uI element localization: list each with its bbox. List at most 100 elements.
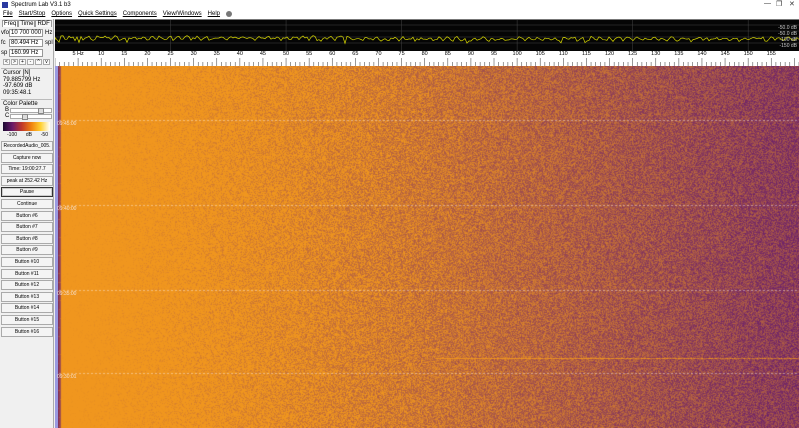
freq-tick-label: 150: [744, 51, 753, 57]
control-panel: Freq Time RDF vfo 10 700 000 Hz fc 80.494 H…: [0, 19, 54, 428]
freq-tick-label: 50: [283, 51, 289, 57]
cursor-time: 09:35:48.1: [1, 90, 52, 97]
status-indicator-icon: [226, 11, 232, 17]
freq-tick-label: 15: [121, 51, 127, 57]
button-button-16[interactable]: Button #16: [1, 327, 53, 337]
window-title: Spectrum Lab V3.1 b3: [11, 2, 71, 8]
frequency-axis[interactable]: 5 Hz 10 15 20 25 30 35 40 45 50 55 60 65 70 75 80 85 90 95…: [55, 51, 799, 66]
time-marker-label: 09:30:01: [57, 374, 76, 380]
spl-button[interactable]: spl: [45, 40, 53, 46]
freq-tick-label: 30: [191, 51, 197, 57]
button-time-19-00-27-7[interactable]: Time: 19:00:27.7: [1, 164, 53, 174]
freq-tick-label: 75: [399, 51, 405, 57]
scroll-left-button[interactable]: <: [3, 59, 10, 65]
freq-tick-label: 115: [582, 51, 591, 57]
scroll-right-button[interactable]: >: [11, 59, 18, 65]
palette-min: -100: [7, 132, 17, 139]
freq-tick-label: 120: [605, 51, 614, 57]
contrast-slider[interactable]: [10, 114, 52, 119]
zoom-out-button[interactable]: -: [27, 59, 34, 65]
vfo-input[interactable]: 10 700 000: [9, 29, 43, 37]
button-button-8[interactable]: Button #8: [1, 234, 53, 244]
button-button-7[interactable]: Button #7: [1, 222, 53, 232]
button-button-6[interactable]: Button #6: [1, 211, 53, 221]
menu-components[interactable]: Components: [123, 11, 157, 17]
freq-tick-label: 40: [237, 51, 243, 57]
time-marker-label: 09:35:00: [57, 291, 76, 297]
slider-thumb[interactable]: [22, 114, 28, 120]
fc-label: fc: [1, 40, 9, 46]
freq-tick-label: 65: [352, 51, 358, 57]
tab-rdf[interactable]: RDF: [35, 20, 51, 27]
up-button[interactable]: ^: [35, 59, 42, 65]
brightness-slider[interactable]: [10, 108, 52, 113]
menu-file[interactable]: File: [3, 11, 13, 17]
app-icon: [2, 2, 8, 8]
menu-help[interactable]: Help: [208, 11, 220, 17]
freq-tick-label: 85: [445, 51, 451, 57]
time-marker-label: 09:40:00: [57, 206, 76, 212]
button-capture-now[interactable]: Capture now: [1, 153, 53, 163]
freq-tick-label: 70: [375, 51, 381, 57]
sp-label: sp: [1, 50, 9, 56]
button-button-14[interactable]: Button #14: [1, 303, 53, 313]
freq-tick-label: 10: [98, 51, 104, 57]
button-recordedaudio-005[interactable]: RecordedAudio_005.: [1, 141, 53, 151]
down-button[interactable]: v: [43, 59, 50, 65]
freq-tick-label: 155: [767, 51, 776, 57]
palette-group: Color Palette B C -100 dB -50: [1, 99, 52, 138]
freq-tick-label: 95: [491, 51, 497, 57]
menu-start-stop[interactable]: Start/Stop: [19, 11, 46, 17]
palette-max: -50: [41, 132, 48, 139]
button-button-10[interactable]: Button #10: [1, 257, 53, 267]
contrast-label: C: [5, 113, 9, 120]
button-button-15[interactable]: Button #15: [1, 315, 53, 325]
tab-freq[interactable]: Freq: [2, 20, 18, 27]
maximize-button[interactable]: ❐: [776, 0, 782, 8]
palette-unit: dB: [26, 132, 32, 139]
freq-tick-label: 125: [628, 51, 637, 57]
menu-bar: File Start/Stop Options Quick Settings C…: [0, 9, 799, 19]
waterfall-display[interactable]: [55, 66, 799, 428]
freq-tick-label: 90: [468, 51, 474, 57]
menu-quick-settings[interactable]: Quick Settings: [78, 11, 117, 17]
freq-tick-label: 80: [422, 51, 428, 57]
cursor-group: Cursor [N] 79.885799 Hz -97.609 dB 09:35…: [1, 68, 52, 96]
button-button-9[interactable]: Button #9: [1, 245, 53, 255]
freq-tick-label: 45: [260, 51, 266, 57]
vfo-unit: Hz: [45, 30, 52, 36]
freq-tick-label: 55: [306, 51, 312, 57]
menu-view-windows[interactable]: View/Windows: [163, 11, 202, 17]
button-peak-at-252-42-hz[interactable]: peak at 252.42 Hz: [1, 176, 53, 186]
db-label: -150 dB: [779, 43, 797, 49]
freq-tick-label: 135: [674, 51, 683, 57]
color-palette-bar: [3, 122, 50, 131]
tab-time[interactable]: Time: [18, 20, 35, 27]
span-input[interactable]: 160.99 Hz: [9, 49, 43, 57]
freq-tick-label: 145: [720, 51, 729, 57]
freq-tick-label: 140: [697, 51, 706, 57]
close-button[interactable]: ✕: [789, 0, 795, 8]
freq-tick-label: 35: [214, 51, 220, 57]
freq-tick-label: 20: [144, 51, 150, 57]
minimize-button[interactable]: —: [764, 0, 771, 7]
freq-tick-label: 5 Hz: [72, 51, 83, 57]
vfo-label: vfo: [1, 30, 9, 36]
freq-tick-label: 105: [536, 51, 545, 57]
time-marker-label: 09:45:00: [57, 121, 76, 127]
zoom-in-button[interactable]: +: [19, 59, 26, 65]
spectrum-graph: [55, 20, 799, 52]
freq-tick-label: 25: [167, 51, 173, 57]
spectrum-plot[interactable]: -50.0 dB -50.0 dB -100 dB -150 dB: [55, 19, 799, 51]
button-continue[interactable]: Continue: [1, 199, 53, 209]
freq-tick-label: 60: [329, 51, 335, 57]
button-button-13[interactable]: Button #13: [1, 292, 53, 302]
freq-tick-label: 110: [559, 51, 568, 57]
button-button-11[interactable]: Button #11: [1, 269, 53, 279]
button-button-12[interactable]: Button #12: [1, 280, 53, 290]
title-bar: Spectrum Lab V3.1 b3 — ❐ ✕: [0, 0, 799, 9]
center-freq-input[interactable]: 80.494 Hz: [9, 39, 43, 47]
freq-tick-label: 100: [513, 51, 522, 57]
button-pause[interactable]: Pause: [1, 187, 53, 197]
menu-options[interactable]: Options: [51, 11, 72, 17]
